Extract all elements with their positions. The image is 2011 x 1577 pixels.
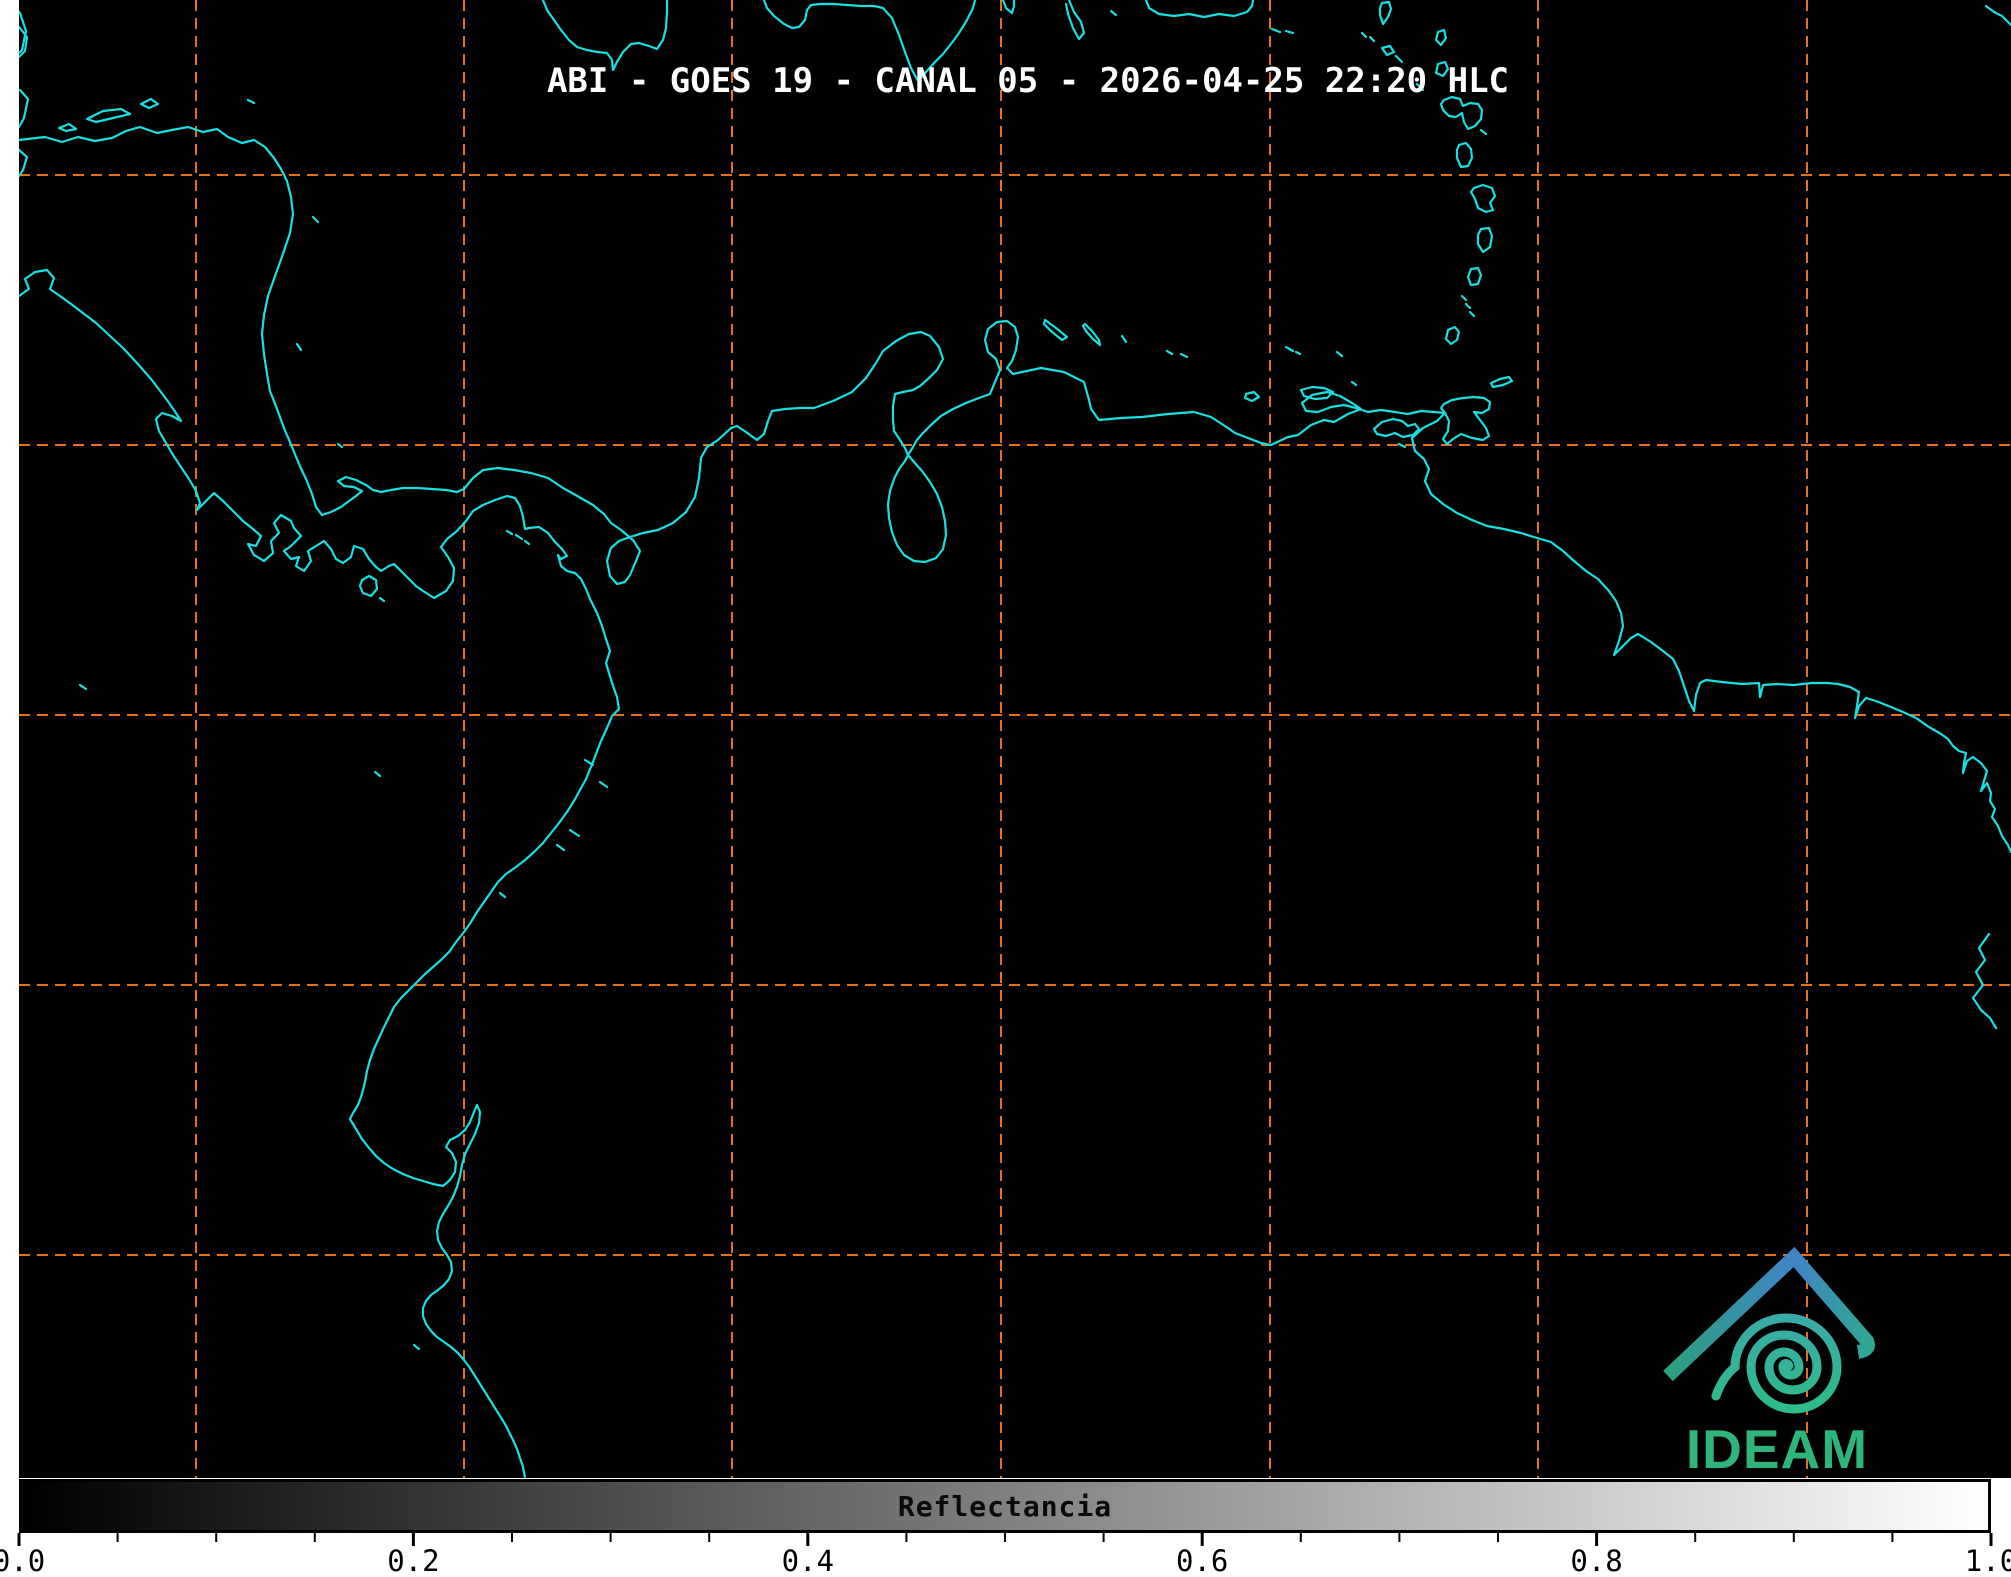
island-path — [1446, 327, 1459, 344]
island-path — [1457, 143, 1472, 167]
island-path — [1436, 30, 1446, 45]
island-path — [414, 1345, 419, 1349]
island-path — [507, 531, 529, 544]
coastlines — [19, 0, 2011, 1478]
island-path — [1122, 336, 1126, 342]
ideam-logo: IDEAM — [1668, 1257, 1868, 1478]
island-path — [1399, 444, 1405, 447]
island-path — [297, 344, 301, 350]
tick-label: 0.2 — [387, 1544, 439, 1577]
coastline-path — [1146, 0, 1253, 17]
island-path — [557, 760, 607, 850]
island-path — [59, 124, 76, 131]
island-path — [1245, 392, 1259, 401]
island-path — [141, 99, 158, 108]
island-path — [375, 772, 380, 776]
island-path — [1468, 268, 1481, 285]
island-path — [1044, 320, 1067, 340]
island-path — [360, 576, 377, 596]
island-path — [80, 685, 86, 689]
island-path — [1382, 46, 1394, 55]
island-path — [1478, 228, 1492, 252]
island-path — [1272, 29, 1293, 33]
coastline-path — [1003, 0, 1014, 13]
tick-label: 0.0 — [0, 1544, 45, 1577]
island-path — [1286, 347, 1300, 354]
tick-label: 0.8 — [1570, 1544, 1622, 1577]
island-path — [338, 444, 342, 447]
map-title: ABI - GOES 19 - CANAL 05 - 2026-04-25 22… — [547, 61, 1509, 101]
island-path — [1111, 11, 1116, 15]
tick-label: 1.0 — [1965, 1544, 2011, 1577]
coastline-path — [543, 0, 667, 70]
coastline-path — [19, 127, 2011, 852]
island-path — [1441, 397, 1490, 444]
satellite-map: ABI - GOES 19 - CANAL 05 - 2026-04-25 22… — [19, 0, 2011, 1478]
island-path — [1491, 377, 1512, 387]
island-path — [87, 109, 130, 122]
colorbar-tick-labels: 0.0 0.2 0.4 0.6 0.8 1.0 — [0, 1544, 2011, 1577]
island-path — [248, 100, 254, 103]
island-path — [1083, 324, 1100, 345]
coastline-path — [1973, 934, 1996, 1028]
island-path — [1481, 130, 1486, 134]
island-path — [1441, 97, 1482, 129]
map-canvas: ABI - GOES 19 - CANAL 05 - 2026-04-25 22… — [19, 0, 2011, 1478]
coastline-path — [19, 270, 619, 1478]
tick-label: 0.6 — [1176, 1544, 1228, 1577]
ideam-logo-text: IDEAM — [1686, 1418, 1868, 1478]
island-path — [313, 217, 318, 222]
island-path — [380, 598, 384, 601]
coastline-path — [1066, 0, 1084, 39]
island-path — [1471, 185, 1495, 212]
island-path — [500, 893, 505, 897]
colorbar-axis: 0.00.20.40.60.81.0 — [19, 1533, 2011, 1577]
island-path — [1337, 352, 1342, 356]
coastline-path — [1986, 6, 2011, 25]
ideam-logo-spiral-icon — [1716, 1318, 1837, 1409]
island-path — [1374, 419, 1419, 437]
coastline-path — [19, 150, 27, 176]
reflectance-colorbar: Reflectancia — [19, 1479, 1991, 1533]
island-path — [1352, 382, 1356, 385]
island-path — [1167, 351, 1187, 357]
island-path — [1462, 296, 1474, 316]
tick-label: 0.4 — [782, 1544, 834, 1577]
colorbar-ticks — [19, 1533, 1991, 1546]
island-path — [1380, 2, 1391, 24]
satellite-product-figure: { "header": { "title": "ABI - GOES 19 - … — [0, 0, 2011, 1577]
coastline-path — [19, 90, 28, 127]
island-path — [1362, 33, 1374, 41]
colorbar-label: Reflectancia — [898, 1490, 1112, 1523]
